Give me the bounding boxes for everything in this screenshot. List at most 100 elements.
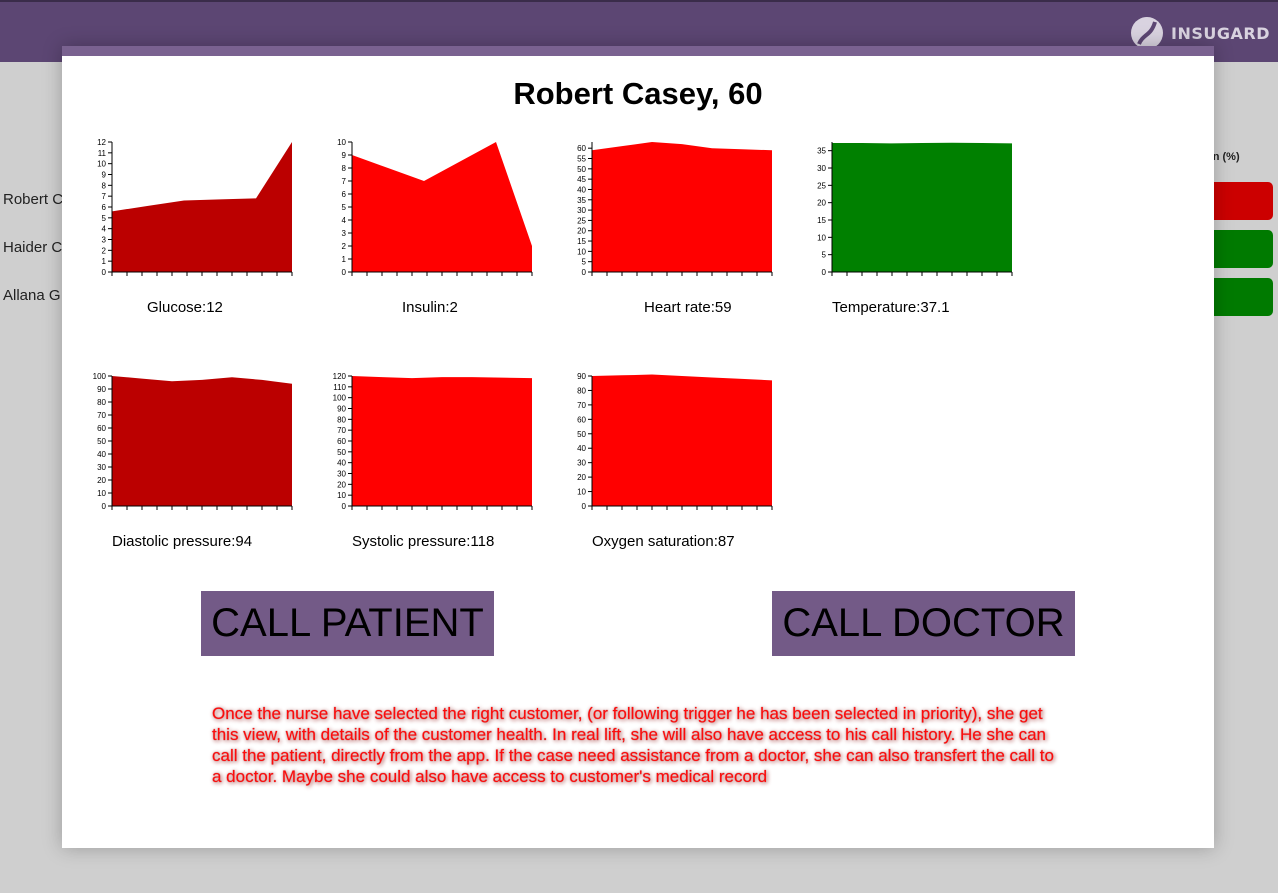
y-tick-label: 50 xyxy=(337,448,346,457)
y-tick-label: 120 xyxy=(333,372,347,381)
y-tick-label: 7 xyxy=(342,177,347,186)
area-chart: 05 101520 253035 40455055 60 xyxy=(577,142,773,277)
y-tick-label: 9 xyxy=(342,151,347,160)
y-tick-label: 35 xyxy=(577,196,586,205)
y-tick-label: 20 xyxy=(577,227,586,236)
y-tick-label: 55 xyxy=(577,155,586,164)
y-tick-label: 50 xyxy=(577,165,586,174)
area-chart: 0 1 2 3 4 5 6 7 8 9 10 xyxy=(337,138,533,277)
patient-list-item[interactable]: Robert C xyxy=(3,190,63,238)
vital-chart: 0 1 2 3 4 5 6 7 8 9 10 xyxy=(332,138,533,282)
y-tick-label: 90 xyxy=(97,385,106,394)
area-chart: 0 10 20 30 40 50 60 70 80 90 xyxy=(577,372,773,511)
y-tick-label: 10 xyxy=(337,491,346,500)
y-tick-label: 30 xyxy=(337,470,346,479)
chart-caption: Oxygen saturation:87 xyxy=(592,533,735,550)
annotation-note: Once the nurse have selected the right c… xyxy=(212,704,1054,786)
y-tick-label: 5 xyxy=(342,203,347,212)
y-tick-label: 70 xyxy=(577,401,586,410)
area-series xyxy=(832,142,1012,272)
chart-caption: Diastolic pressure:94 xyxy=(112,533,253,550)
y-tick-label: 20 xyxy=(337,480,346,489)
y-tick-label: 80 xyxy=(97,398,106,407)
vital-chart: 0 5 10 15 20 25 30 35 40 45 50 55 60 xyxy=(572,142,773,282)
patient-list-item[interactable]: Allana G xyxy=(3,286,63,334)
y-tick-label: 2 xyxy=(102,246,107,255)
y-tick-label: 100 xyxy=(333,394,347,403)
patient-detail-modal: Robert Casey, 60 0 1 2 3 4 5 6 7 8 9 10 11 12 Glucose… xyxy=(62,46,1214,848)
y-tick-label: 7 xyxy=(102,192,107,201)
y-tick-label: 0 xyxy=(102,502,107,511)
y-tick-label: 70 xyxy=(337,426,346,435)
y-tick-label: 60 xyxy=(97,424,106,433)
y-tick-label: 9 xyxy=(102,171,107,180)
y-tick-label: 6 xyxy=(342,190,347,199)
area-series xyxy=(592,142,772,272)
y-tick-label: 50 xyxy=(97,437,106,446)
chart-caption: Temperature:37.1 xyxy=(832,299,950,316)
y-tick-label: 0 xyxy=(102,268,107,277)
y-tick-label: 1 xyxy=(342,255,347,264)
area-series xyxy=(352,376,532,506)
area-series xyxy=(112,376,292,506)
area-series xyxy=(352,142,532,272)
y-tick-label: 8 xyxy=(102,181,107,190)
y-tick-label: 30 xyxy=(577,459,586,468)
y-tick-label: 10 xyxy=(97,489,106,498)
y-tick-label: 15 xyxy=(817,216,826,225)
y-tick-label: 5 xyxy=(102,214,107,223)
chart-caption: Glucose:12 xyxy=(147,299,223,316)
y-tick-label: 90 xyxy=(337,405,346,414)
y-tick-label: 4 xyxy=(342,216,347,225)
insugard-logo-icon xyxy=(1131,17,1164,49)
y-tick-label: 50 xyxy=(577,430,586,439)
y-tick-label: 25 xyxy=(577,216,586,225)
y-tick-label: 1 xyxy=(102,257,107,266)
y-tick-label: 3 xyxy=(342,229,347,238)
brand[interactable]: INSUGARD xyxy=(1129,16,1270,50)
chart-caption: Heart rate:59 xyxy=(644,299,732,316)
y-tick-label: 60 xyxy=(577,144,586,153)
y-tick-label: 70 xyxy=(97,411,106,420)
y-tick-label: 5 xyxy=(582,258,587,267)
y-tick-label: 10 xyxy=(577,247,586,256)
y-tick-label: 0 xyxy=(582,502,587,511)
call-patient-button[interactable]: CALL PATIENT xyxy=(201,591,494,656)
area-chart: 0 10 20 30 40 50 60 70 80 90 100 xyxy=(93,372,293,511)
chart-caption: Insulin:2 xyxy=(402,299,458,316)
brand-name: INSUGARD xyxy=(1171,23,1270,43)
y-tick-label: 60 xyxy=(577,415,586,424)
vital-chart: 0 1 2 3 4 5 6 7 8 9 10 11 12 xyxy=(92,138,293,282)
y-tick-label: 45 xyxy=(577,175,586,184)
vital-chart: 0 10 20 30 40 50 60 70 80 90 xyxy=(572,372,773,516)
y-tick-label: 12 xyxy=(97,138,106,147)
y-tick-label: 25 xyxy=(817,181,826,190)
y-tick-label: 30 xyxy=(577,206,586,215)
patient-list: Robert C Haider C Allana G xyxy=(3,190,63,334)
y-tick-label: 8 xyxy=(342,164,347,173)
area-series xyxy=(112,142,292,272)
y-tick-label: 40 xyxy=(577,185,586,194)
patient-list-item[interactable]: Haider C xyxy=(3,238,63,286)
y-tick-label: 11 xyxy=(98,149,107,158)
y-tick-label: 10 xyxy=(817,233,826,242)
y-tick-label: 35 xyxy=(817,147,826,156)
call-doctor-button[interactable]: CALL DOCTOR xyxy=(772,591,1075,656)
y-tick-label: 100 xyxy=(93,372,107,381)
y-tick-label: 110 xyxy=(333,383,346,392)
y-tick-label: 0 xyxy=(822,268,827,277)
y-tick-label: 80 xyxy=(577,386,586,395)
area-chart: 0102030405060708090100110120 xyxy=(333,372,533,511)
y-tick-label: 0 xyxy=(342,502,347,511)
y-tick-label: 10 xyxy=(577,488,586,497)
y-tick-label: 3 xyxy=(102,236,107,245)
y-tick-label: 30 xyxy=(97,463,106,472)
area-chart: 0123456789101112 xyxy=(97,138,293,277)
y-tick-label: 0 xyxy=(342,268,347,277)
y-tick-label: 6 xyxy=(102,203,107,212)
area-chart: 0 5 10 15 20 25 30 35 xyxy=(817,142,1013,277)
y-tick-label: 0 xyxy=(582,268,587,277)
vital-chart: 0 5 10 15 20 25 30 35 xyxy=(812,142,1013,282)
y-tick-label: 4 xyxy=(102,225,107,234)
y-tick-label: 20 xyxy=(577,473,586,482)
